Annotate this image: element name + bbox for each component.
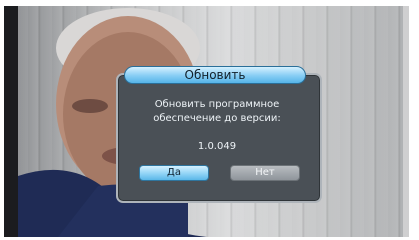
screen-left-edge (4, 6, 18, 237)
update-dialog (116, 73, 322, 203)
dialog-message-line-2: обеспечение до версии: (153, 113, 281, 124)
yes-button[interactable]: Да (139, 165, 209, 181)
dialog-message-line-1: Обновить программное (154, 99, 280, 110)
screen-right-edge (403, 6, 409, 237)
version-number: 1.0.049 (197, 141, 237, 152)
dialog-title: Обновить (124, 66, 306, 84)
dialog-message: Обновить программное обеспечение до верс… (118, 98, 316, 126)
no-button[interactable]: Нет (230, 165, 300, 181)
